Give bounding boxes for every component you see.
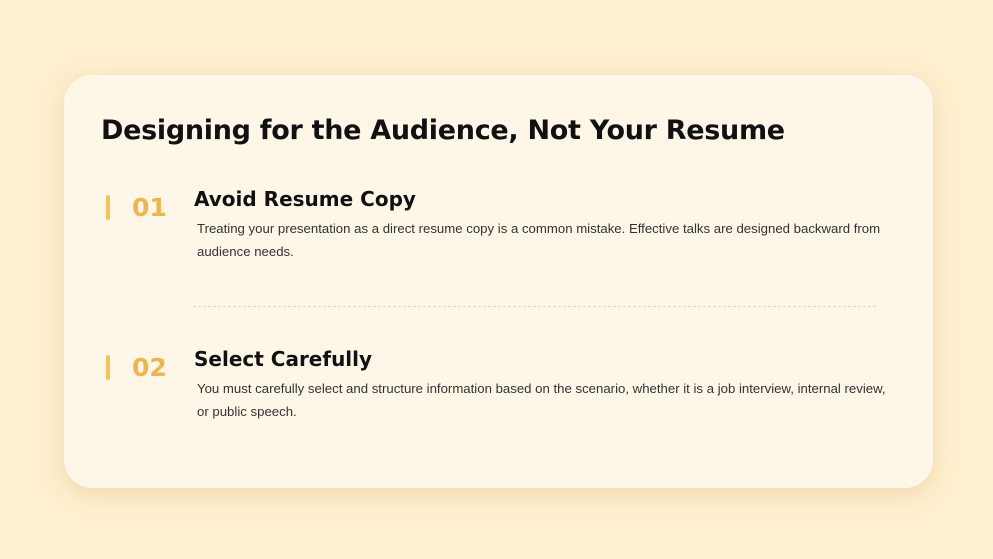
content-card: Designing for the Audience, Not Your Res… <box>64 75 933 488</box>
list-item: 02 Select Carefully You must carefully s… <box>64 347 933 437</box>
item-heading: Avoid Resume Copy <box>194 187 416 211</box>
item-number: 02 <box>132 353 167 382</box>
divider <box>193 306 876 307</box>
item-heading: Select Carefully <box>194 347 373 371</box>
slide-title: Designing for the Audience, Not Your Res… <box>101 115 785 146</box>
list-item: 01 Avoid Resume Copy Treating your prese… <box>64 187 933 277</box>
item-description: Treating your presentation as a direct r… <box>197 221 881 259</box>
accent-bar <box>106 195 110 220</box>
item-description: You must carefully select and structure … <box>197 381 886 419</box>
item-number: 01 <box>132 193 167 222</box>
accent-bar <box>106 355 110 380</box>
